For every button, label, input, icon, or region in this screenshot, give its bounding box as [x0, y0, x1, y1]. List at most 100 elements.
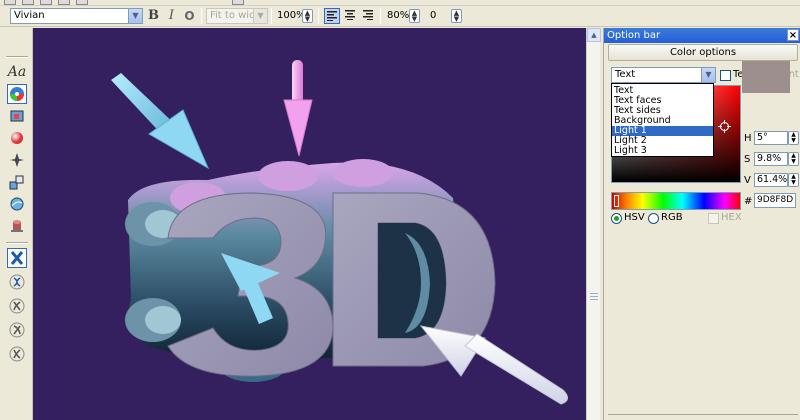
saturation-input[interactable]: 9.8% [754, 152, 788, 166]
fit-mode-select[interactable]: Fit to width ▼ [206, 8, 268, 24]
globe-icon [10, 197, 24, 211]
hue-stepper[interactable]: ▲ ▼ [788, 131, 799, 145]
align-right-button[interactable] [360, 8, 376, 24]
light-tool-button[interactable] [7, 150, 27, 170]
hue-input[interactable]: 5° [754, 131, 788, 145]
saturation-stepper[interactable]: ▲ ▼ [788, 152, 799, 166]
texture-tool-button[interactable] [7, 106, 27, 126]
curve-effect-icon [9, 298, 25, 314]
color-target-value: Text [615, 69, 636, 80]
light-arrow-blue[interactable] [111, 73, 210, 170]
chevron-down-icon[interactable]: ▼ [253, 9, 267, 23]
color-options-button[interactable]: Color options [608, 44, 798, 61]
palette-tool-button[interactable] [7, 84, 27, 104]
color-target-select[interactable]: Text ▼ [611, 67, 716, 83]
curve-effect-icon [9, 322, 25, 338]
effect-x-button[interactable] [7, 248, 27, 268]
effect-curve-1-button[interactable] [7, 272, 27, 292]
canvas[interactable] [33, 28, 586, 420]
rgb-radio[interactable] [648, 213, 659, 224]
value-input[interactable]: 61.4% [754, 173, 788, 187]
color-palette-icon [10, 87, 24, 101]
font-select-value: Vivian [14, 10, 45, 21]
curve-effect-icon [9, 346, 25, 362]
palette-grip [6, 242, 28, 244]
separator [318, 8, 319, 24]
hue-cursor[interactable] [614, 195, 619, 207]
text-tool-label: Aa [7, 64, 27, 80]
font-select[interactable]: Vivian ▼ [10, 8, 143, 24]
chevron-down-icon[interactable]: ▼ [128, 9, 142, 23]
color-swatch [742, 61, 790, 93]
option-bar-title-text: Option bar [607, 30, 661, 41]
texture-icon [10, 110, 24, 122]
hex-label: # [744, 196, 753, 207]
hue-strip[interactable] [611, 192, 741, 210]
new-icon[interactable] [4, 0, 16, 5]
save-icon[interactable] [40, 0, 52, 5]
hue-label: H [744, 133, 752, 144]
color-target-dropdown[interactable]: Text Text faces Text sides Background Li… [611, 83, 714, 157]
align-right-icon [363, 10, 373, 20]
value-label: V [744, 175, 751, 186]
align-left-icon [327, 11, 337, 21]
hsv-radio[interactable] [611, 213, 622, 224]
hex-mode-checkbox[interactable] [708, 213, 719, 224]
formatting-toolbar: Vivian ▼ B I O Fit to width ▼ 100% ▲ ▼ 80… [0, 6, 800, 27]
texture-checkbox[interactable] [720, 70, 731, 81]
angle-stepper[interactable]: ▲ ▼ [451, 9, 462, 23]
close-icon[interactable]: × [787, 29, 799, 41]
align-left-button[interactable] [324, 8, 340, 24]
panel-divider [608, 414, 798, 420]
separator [201, 8, 202, 24]
hex-input[interactable]: 9D8F8D [754, 193, 796, 208]
effect-curve-4-button[interactable] [7, 344, 27, 364]
undo-icon[interactable] [232, 0, 244, 5]
italic-button[interactable]: I [163, 8, 180, 24]
canvas-vertical-scrollbar[interactable]: ▲ [586, 28, 601, 420]
separator [271, 8, 272, 24]
effect-curve-2-button[interactable] [7, 296, 27, 316]
hex-mode-label: HEX [721, 212, 742, 223]
canvas-artwork [111, 60, 568, 405]
zoom-stepper[interactable]: ▲ ▼ [302, 9, 313, 23]
scroll-up-arrow-icon[interactable]: ▲ [587, 28, 601, 42]
rgb-radio-label: RGB [661, 212, 683, 223]
sphere-icon [11, 132, 23, 144]
crosshair-icon [718, 120, 731, 133]
opacity-value: 80% [387, 10, 410, 21]
text-tool[interactable]: Aa [7, 62, 27, 82]
palette-grip [6, 56, 28, 58]
cylinder-icon [11, 220, 23, 232]
sphere-tool-button[interactable] [7, 128, 27, 148]
cut-icon[interactable] [76, 0, 88, 5]
outline-button[interactable]: O [181, 8, 198, 24]
tool-palette: Aa [0, 28, 33, 420]
shapes-icon [9, 175, 24, 190]
align-center-icon [345, 10, 355, 20]
app-window: Vivian ▼ B I O Fit to width ▼ 100% ▲ ▼ 80… [0, 0, 800, 420]
dropdown-option[interactable]: Light 3 [612, 146, 713, 156]
value-stepper[interactable]: ▲ ▼ [788, 173, 799, 187]
scroll-grip-icon[interactable] [590, 292, 598, 300]
bold-button[interactable]: B [145, 8, 162, 24]
star-icon [10, 153, 24, 167]
shapes-tool-button[interactable] [7, 172, 27, 192]
light-arrow-white[interactable] [419, 325, 568, 405]
light-arrow-pink[interactable] [283, 60, 313, 157]
chevron-down-icon[interactable]: ▼ [701, 68, 715, 82]
opacity-stepper[interactable]: ▲ ▼ [409, 9, 420, 23]
angle-value: 0 [430, 10, 437, 21]
material-tool-button[interactable] [7, 216, 27, 236]
saturation-label: S [744, 154, 751, 165]
align-center-button[interactable] [342, 8, 358, 24]
effect-curve-3-button[interactable] [7, 320, 27, 340]
curve-effect-icon [9, 274, 25, 290]
globe-tool-button[interactable] [7, 194, 27, 214]
hsv-radio-label: HSV [624, 212, 645, 223]
option-bar-title: Option bar × [604, 28, 800, 43]
open-icon[interactable] [22, 0, 34, 5]
separator [380, 8, 381, 24]
print-icon[interactable] [58, 0, 70, 5]
x-effect-icon [10, 251, 24, 265]
